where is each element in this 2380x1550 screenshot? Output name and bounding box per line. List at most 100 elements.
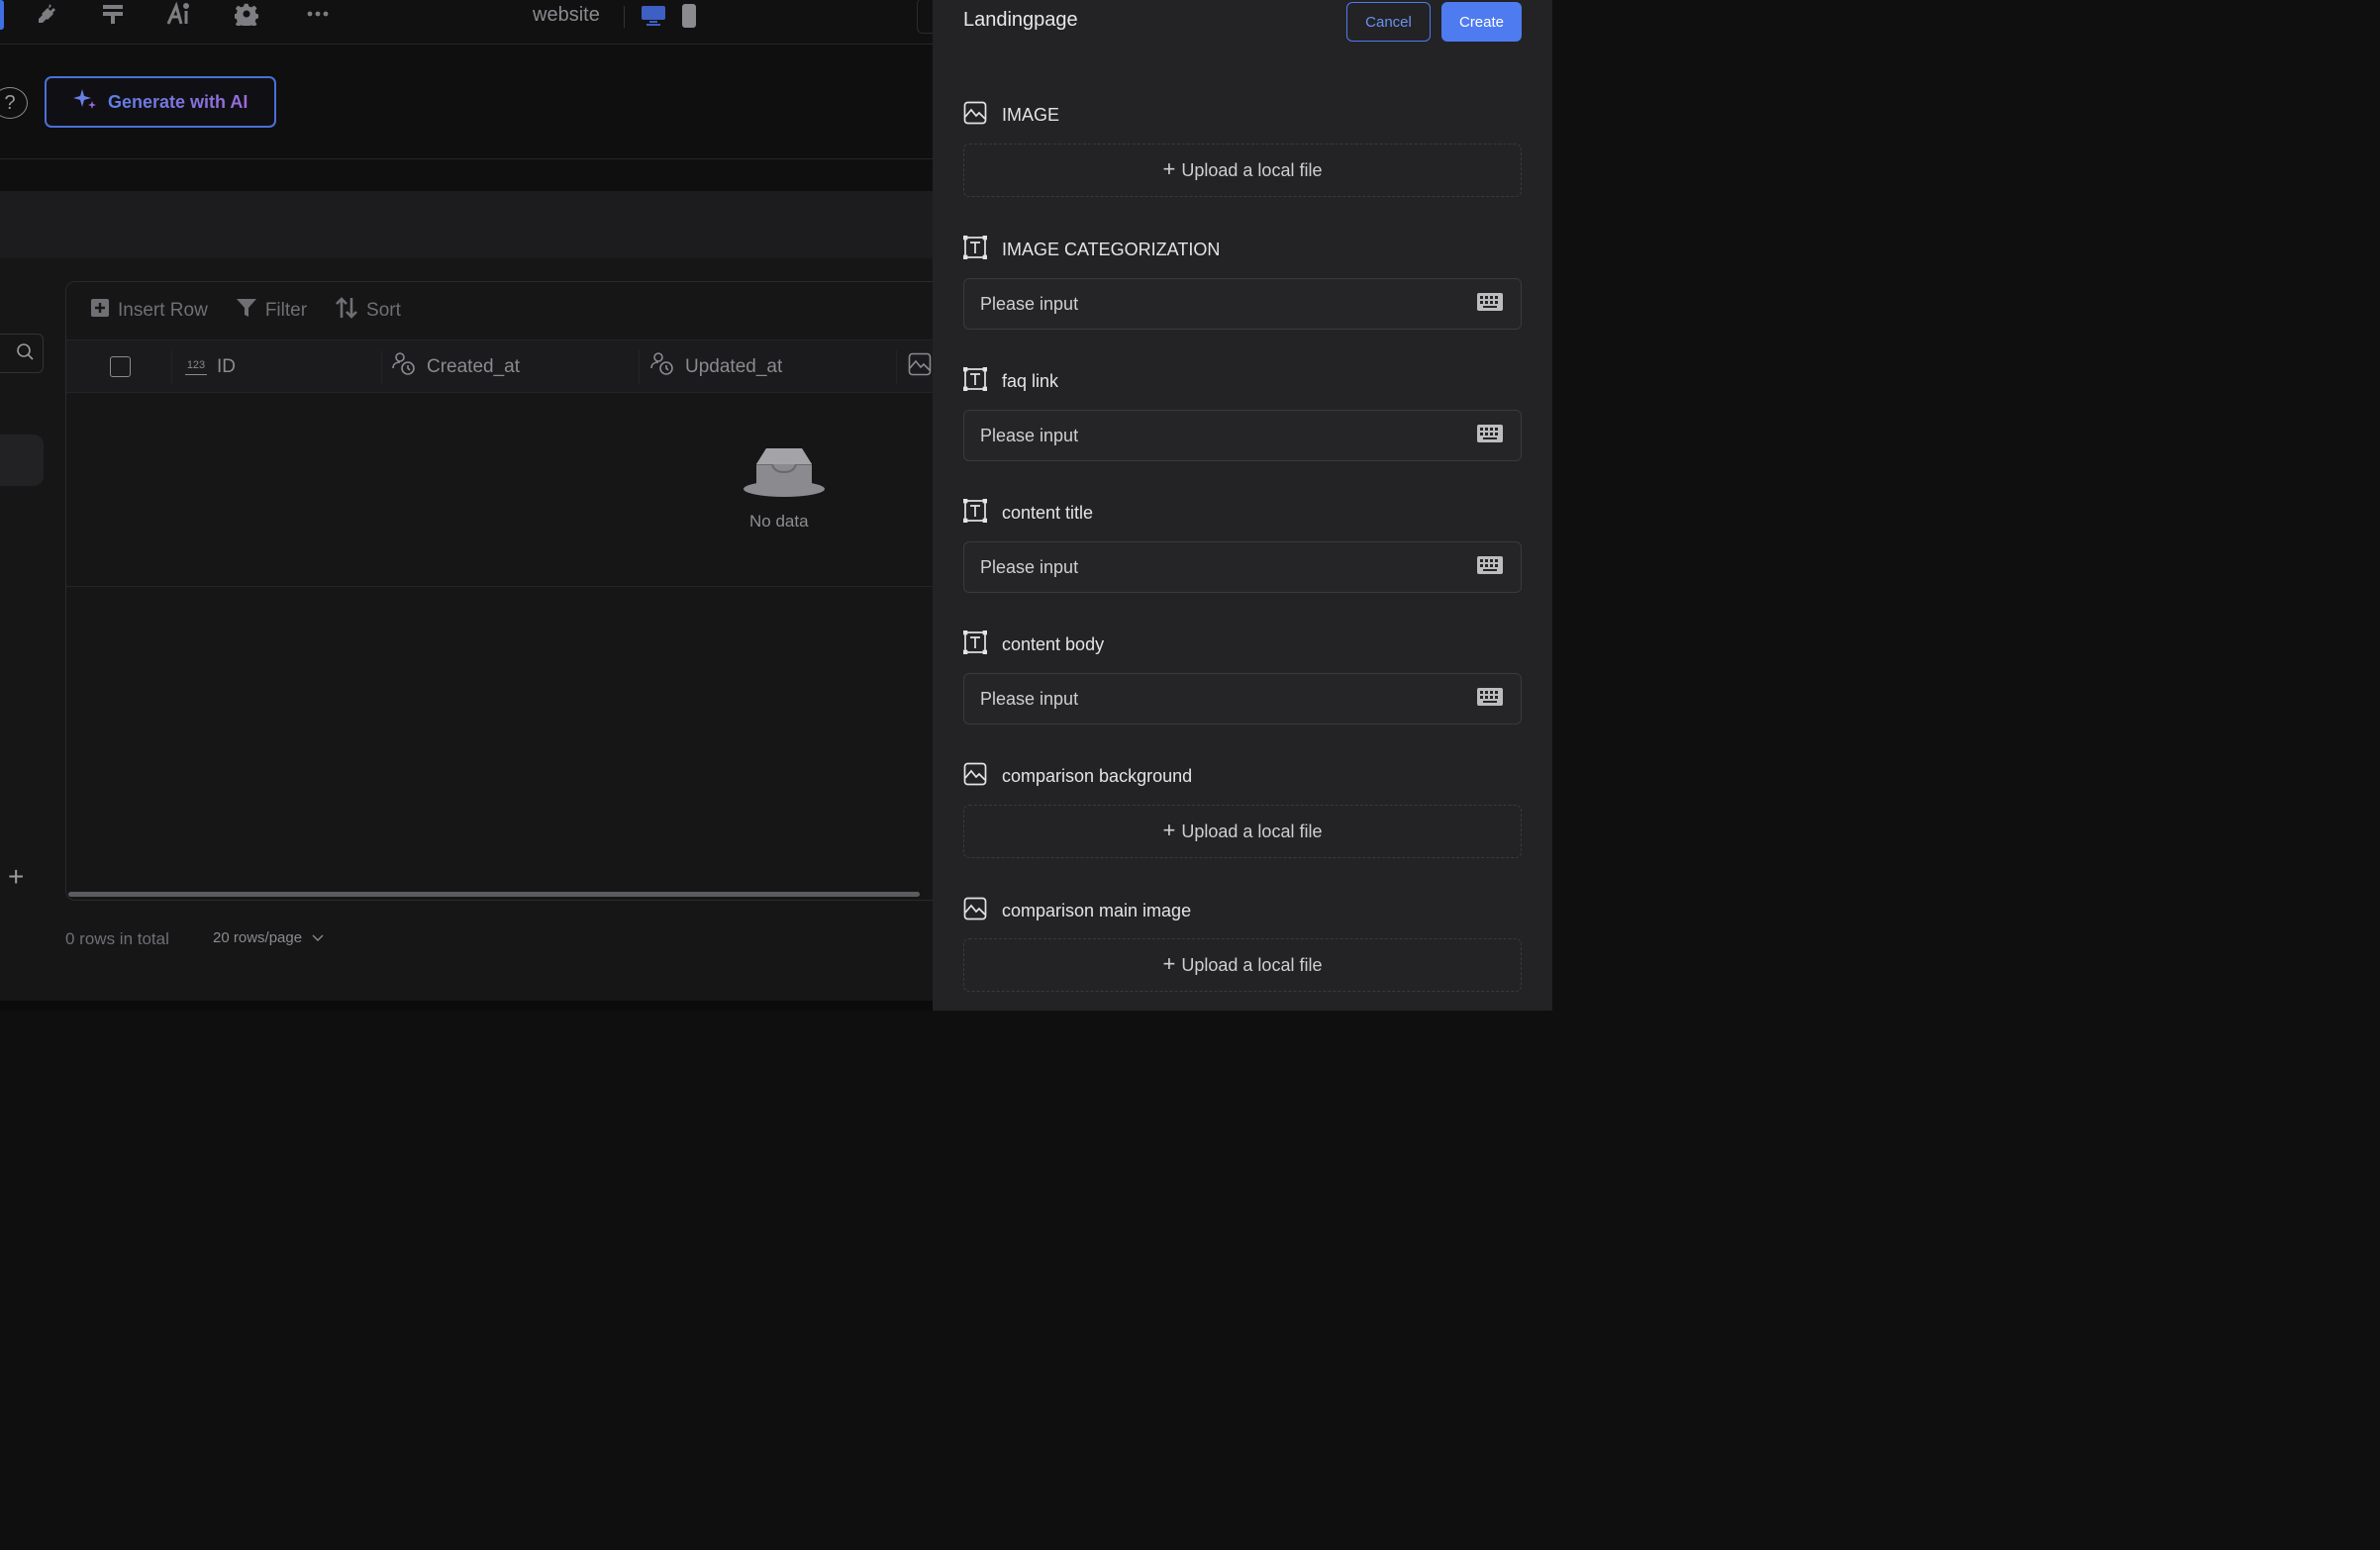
field-label-text: IMAGE <box>1002 105 1060 125</box>
column-label: Updated_at <box>685 356 783 377</box>
image-categorization-field[interactable] <box>980 293 1455 315</box>
column-label: Created_at <box>427 356 521 377</box>
column-separator <box>381 350 382 384</box>
data-table: Insert Row Filter Sort 123 ID Created_at… <box>65 281 956 901</box>
timestamp-icon <box>391 351 417 383</box>
page-size-select[interactable]: 20 rows/page <box>213 929 324 946</box>
text-field-icon <box>962 366 988 396</box>
faq-link-field[interactable] <box>980 425 1455 446</box>
filter-icon <box>236 297 257 325</box>
chevron-down-icon <box>312 929 324 946</box>
field-label-text: content title <box>1002 503 1094 523</box>
text-field-icon <box>962 498 988 528</box>
column-header-updated-at[interactable]: Updated_at <box>649 340 782 394</box>
content-body-field[interactable] <box>980 688 1455 710</box>
sort-button[interactable]: Sort <box>335 297 401 325</box>
text-field-icon <box>962 630 988 659</box>
keyboard-icon[interactable] <box>1477 292 1503 316</box>
image-categorization-input[interactable] <box>963 278 1522 330</box>
faq-link-input[interactable] <box>963 410 1522 461</box>
upload-label: Upload a local file <box>1181 159 1323 180</box>
content-title-input[interactable] <box>963 541 1522 593</box>
insert-row-label: Insert Row <box>118 300 208 321</box>
column-header-image[interactable] <box>908 340 932 394</box>
filter-label: Filter <box>264 300 308 321</box>
filter-button[interactable]: Filter <box>236 297 307 325</box>
sidebar-search[interactable] <box>0 334 44 373</box>
table-toolbar: Insert Row Filter Sort <box>66 282 955 339</box>
keyboard-icon[interactable] <box>1477 555 1503 579</box>
field-label-text: content body <box>1002 634 1105 654</box>
number-type-icon: 123 <box>185 359 207 376</box>
content-title-field[interactable] <box>980 556 1455 578</box>
field-label-content-body: content body <box>962 630 1105 659</box>
image-field-icon <box>963 897 987 925</box>
table-header: 123 ID Created_at Updated_at <box>66 339 955 393</box>
image-icon <box>908 352 932 382</box>
insert-row-button[interactable]: Insert Row <box>90 298 208 324</box>
more-icon[interactable] <box>304 0 332 28</box>
gear-icon[interactable] <box>233 0 260 28</box>
field-label-image-categorization: IMAGE CATEGORIZATION <box>962 235 1221 264</box>
field-label-comparison-background: comparison background <box>963 762 1192 791</box>
field-label-content-title: content title <box>962 498 1094 528</box>
upload-comparison-main-image-button[interactable]: + Upload a local file <box>963 938 1522 992</box>
empty-state: No data <box>66 393 955 587</box>
active-indicator <box>0 0 4 30</box>
column-separator <box>171 350 172 384</box>
create-record-drawer: Landingpage Cancel Create IMAGE + Upload… <box>933 0 1552 1011</box>
desktop-icon[interactable] <box>641 5 666 32</box>
project-name[interactable]: website <box>533 4 600 27</box>
plus-square-icon <box>90 298 110 324</box>
image-field-icon <box>963 762 987 791</box>
field-label-image: IMAGE <box>963 101 1059 130</box>
text-field-icon <box>962 235 988 264</box>
timestamp-icon <box>649 351 675 383</box>
layers-icon[interactable] <box>99 0 127 28</box>
column-header-id[interactable]: 123 ID <box>185 340 236 394</box>
keyboard-icon[interactable] <box>1477 424 1503 447</box>
no-data-text: No data <box>749 512 809 531</box>
rows-total: 0 rows in total <box>65 929 169 948</box>
column-separator <box>896 350 897 384</box>
field-label-comparison-main-image: comparison main image <box>963 897 1191 925</box>
select-all-checkbox[interactable] <box>110 356 131 377</box>
divider <box>624 6 625 28</box>
search-icon <box>15 341 35 366</box>
field-label-text: comparison main image <box>1002 901 1192 920</box>
keyboard-icon[interactable] <box>1477 687 1503 711</box>
create-button[interactable]: Create <box>1441 2 1522 42</box>
image-field-icon <box>963 101 987 130</box>
sidebar-item-selected[interactable] <box>0 435 44 486</box>
generate-with-ai-button[interactable]: Generate with AI <box>45 76 276 128</box>
field-label-faq-link: faq link <box>962 366 1058 396</box>
plug-icon[interactable] <box>32 0 59 28</box>
upload-image-button[interactable]: + Upload a local file <box>963 144 1522 197</box>
add-table-icon[interactable]: + <box>8 863 24 891</box>
upload-label: Upload a local file <box>1181 821 1323 841</box>
ai-icon[interactable] <box>164 0 192 28</box>
upload-comparison-background-button[interactable]: + Upload a local file <box>963 805 1522 858</box>
generate-with-ai-label: Generate with AI <box>108 91 248 112</box>
content-body-input[interactable] <box>963 673 1522 725</box>
plus-icon: + <box>1162 156 1176 181</box>
cancel-button[interactable]: Cancel <box>1346 2 1431 42</box>
bottom-strip <box>0 1001 933 1011</box>
sort-icon <box>335 297 358 325</box>
page-size-value: 20 rows/page <box>213 929 303 946</box>
field-label-text: IMAGE CATEGORIZATION <box>1002 240 1221 259</box>
column-header-created-at[interactable]: Created_at <box>391 340 520 394</box>
upload-label: Upload a local file <box>1181 954 1323 975</box>
column-label: ID <box>217 356 236 377</box>
horizontal-scrollbar[interactable] <box>68 892 920 897</box>
mobile-icon[interactable] <box>681 3 697 34</box>
column-separator <box>639 350 640 384</box>
app-root: website ? Generate with AI + Insert Row … <box>0 0 1552 1011</box>
top-toolbar: website <box>0 0 946 45</box>
field-label-text: comparison background <box>1002 766 1193 786</box>
section-header-band <box>0 191 933 258</box>
plus-icon: + <box>1162 818 1176 842</box>
sparkle-icon <box>72 87 98 118</box>
plus-icon: + <box>1162 951 1176 976</box>
sort-label: Sort <box>366 300 401 321</box>
